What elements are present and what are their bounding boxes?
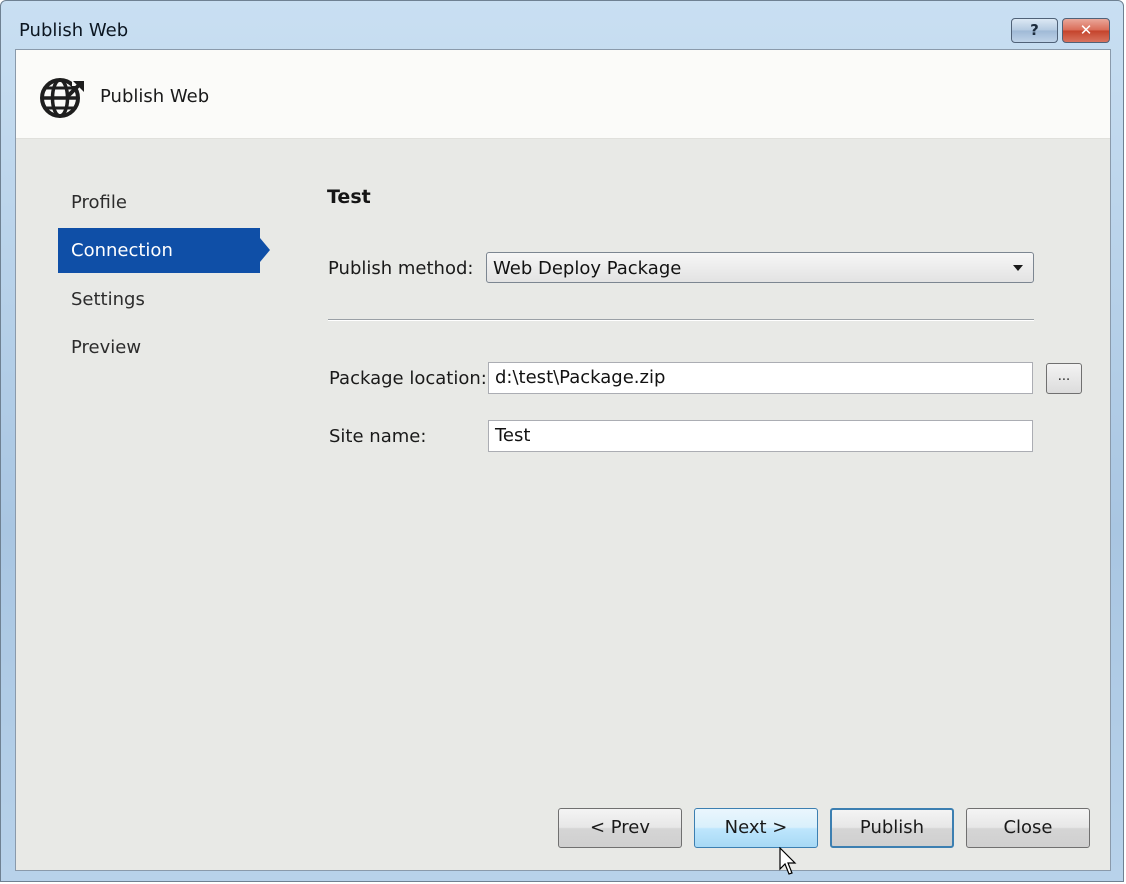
chevron-down-icon bbox=[1013, 265, 1023, 271]
publish-web-window: Publish Web ? ✕ Publish Web Profile Conn… bbox=[0, 0, 1124, 882]
next-button[interactable]: Next > bbox=[694, 808, 818, 848]
help-button[interactable]: ? bbox=[1011, 18, 1058, 43]
close-button[interactable]: Close bbox=[966, 808, 1090, 848]
profile-section-title: Test bbox=[327, 186, 371, 208]
title-bar: Publish Web ? ✕ bbox=[1, 1, 1123, 49]
package-location-input[interactable]: d:\test\Package.zip bbox=[488, 362, 1033, 394]
nav-item-settings[interactable]: Settings bbox=[58, 277, 260, 322]
section-divider bbox=[328, 319, 1034, 321]
window-title: Publish Web bbox=[19, 20, 129, 41]
site-name-label: Site name: bbox=[329, 426, 427, 447]
site-name-input[interactable]: Test bbox=[488, 420, 1033, 452]
nav-item-connection[interactable]: Connection bbox=[58, 228, 270, 273]
dialog-client-area: Publish Web Profile Connection Settings … bbox=[15, 49, 1111, 875]
publish-method-dropdown[interactable]: Web Deploy Package bbox=[486, 252, 1034, 283]
close-window-button[interactable]: ✕ bbox=[1062, 18, 1110, 43]
prev-button[interactable]: < Prev bbox=[558, 808, 682, 848]
publish-method-label: Publish method: bbox=[328, 258, 474, 279]
mouse-pointer-icon bbox=[779, 847, 797, 875]
globe-upload-icon bbox=[40, 78, 88, 118]
nav-item-profile[interactable]: Profile bbox=[58, 180, 260, 225]
publish-button[interactable]: Publish bbox=[830, 808, 954, 848]
header-title: Publish Web bbox=[100, 86, 210, 107]
publish-method-value: Web Deploy Package bbox=[493, 258, 682, 279]
dialog-header: Publish Web bbox=[16, 50, 1110, 139]
browse-button[interactable]: ... bbox=[1046, 363, 1082, 394]
nav-item-preview[interactable]: Preview bbox=[58, 325, 260, 370]
package-location-label: Package location: bbox=[329, 368, 487, 389]
